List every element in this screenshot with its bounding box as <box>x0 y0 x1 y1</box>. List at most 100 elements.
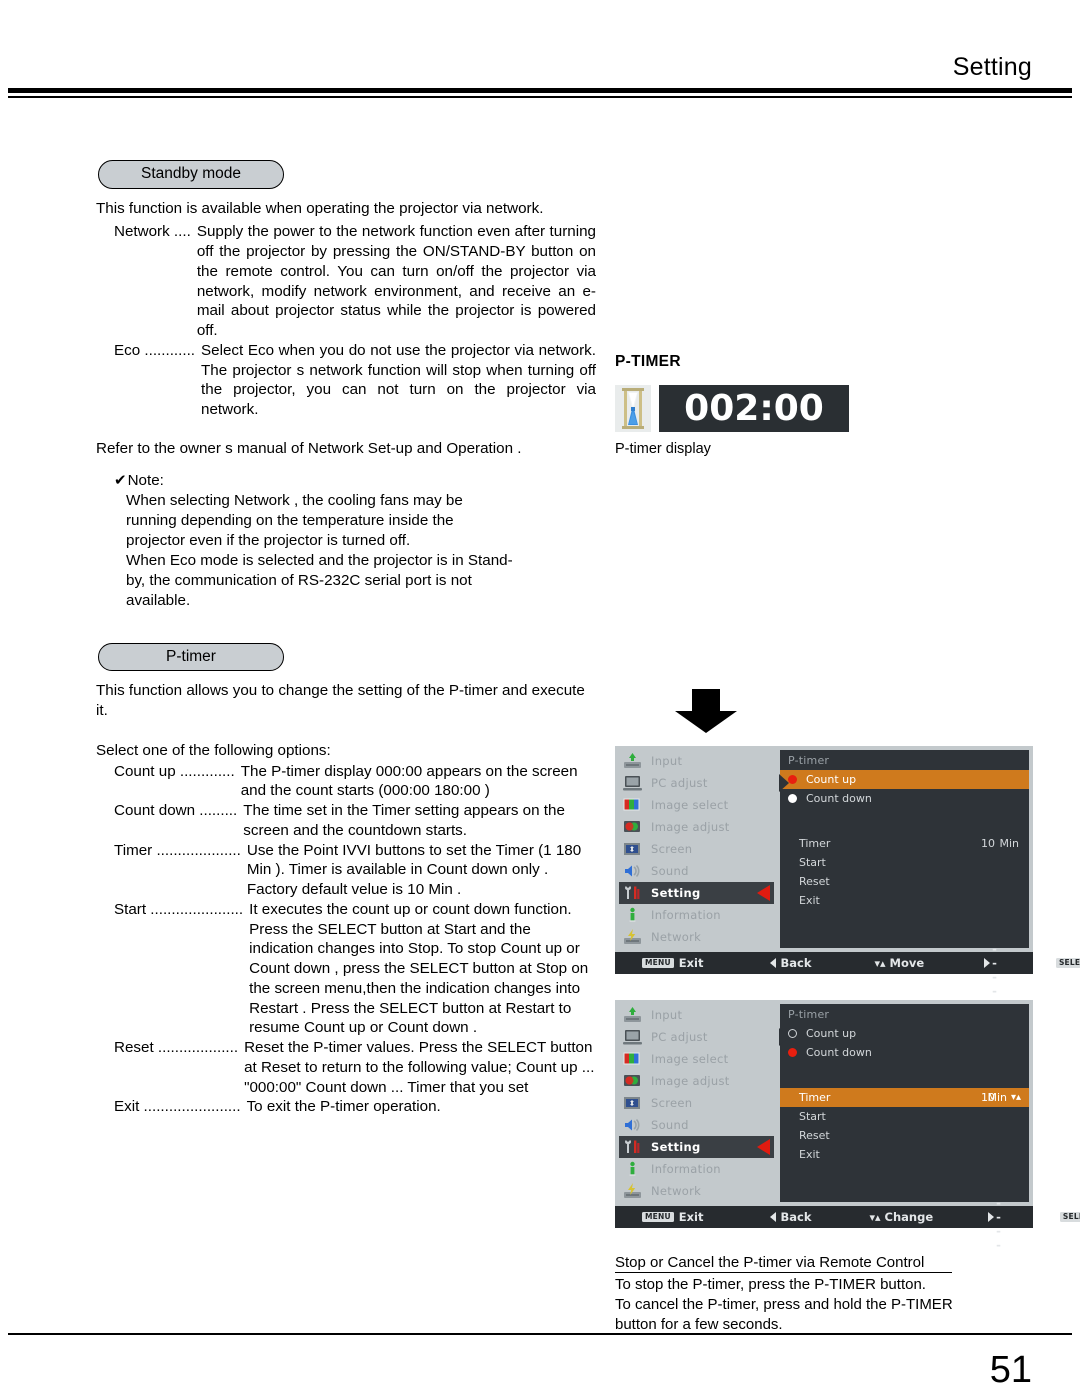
ptimer-figure-heading: P-TIMER <box>615 353 681 370</box>
sidebar-item-label: Setting <box>651 1140 701 1154</box>
sidebar-item-network[interactable]: Network <box>619 1180 774 1202</box>
statusbar-exit[interactable]: MENU Exit <box>642 956 703 970</box>
standby-note: ✔ Note: When selecting Network , the coo… <box>114 471 596 611</box>
sidebar-item-label: Information <box>651 908 721 922</box>
sidebar-item-label: Image adjust <box>651 1074 730 1088</box>
radio-icon <box>788 794 797 803</box>
note-line: running depending on the temperature ins… <box>126 511 454 529</box>
osd-row-start[interactable]: Start <box>780 853 1029 872</box>
sidebar-item-screen[interactable]: Screen <box>619 838 774 860</box>
setting-icon <box>622 885 642 902</box>
stop-cancel-line: To stop the P-timer, press the P-TIMER b… <box>615 1276 926 1293</box>
panel-pointer-icon <box>779 1028 789 1046</box>
sidebar-item-network[interactable]: Network <box>619 926 774 948</box>
sidebar-item-label: Sound <box>651 1118 689 1132</box>
option-term: Timer .................... <box>114 841 241 859</box>
image-select-icon <box>622 797 642 814</box>
statusbar-exit[interactable]: MENU Exit <box>642 1210 703 1224</box>
network-icon <box>622 1183 642 1200</box>
sidebar-item-label: Screen <box>651 1096 693 1110</box>
osd-row-timer[interactable]: Timer 10 Min ▾▴ <box>780 1088 1029 1107</box>
information-icon <box>622 907 642 924</box>
page-number: 51 <box>989 1349 1032 1391</box>
spinner-updown-icon[interactable]: ▾▴ <box>1011 1092 1021 1103</box>
option-row: Count down ......... The time set in the… <box>114 801 596 841</box>
sidebar-item-label: Input <box>651 754 683 768</box>
sidebar-item-input[interactable]: Input <box>619 1004 774 1026</box>
osd-row-timer[interactable]: Timer 10 Min <box>780 834 1029 853</box>
screen-icon <box>622 841 642 858</box>
menu-key-icon: MENU <box>642 1211 674 1223</box>
osd-row-exit[interactable]: Exit <box>780 1145 1029 1164</box>
sidebar-item-pc-adjust[interactable]: PC adjust <box>619 1026 774 1048</box>
select-key-icon: SELECT <box>1055 957 1080 969</box>
statusbar-back[interactable]: Back <box>770 1210 811 1224</box>
osd-radio-count-up[interactable]: Count up <box>780 770 1029 789</box>
document-page: Setting Standby mode This function is av… <box>0 0 1080 1397</box>
left-column: Standby mode This function is available … <box>96 160 596 1117</box>
sidebar-item-sound[interactable]: Sound <box>619 860 774 882</box>
statusbar-select[interactable]: SELECT Select <box>1059 1210 1080 1224</box>
osd-row-reset[interactable]: Reset <box>780 872 1029 891</box>
statusbar-back[interactable]: Back <box>770 956 811 970</box>
osd-sidebar: Input PC adjust Image select Image adjus… <box>619 1004 774 1202</box>
definition-row: Network .... Supply the power to the net… <box>114 222 596 341</box>
header-rule-thin <box>8 96 1072 98</box>
note-line: When selecting Network , the cooling fan… <box>126 491 463 509</box>
select-key-icon: SELECT <box>1059 1211 1080 1223</box>
down-arrow-icon <box>675 689 1045 738</box>
sidebar-item-information[interactable]: Information <box>619 904 774 926</box>
osd-row-label: Reset <box>799 1129 830 1142</box>
osd-radio-count-up[interactable]: Count up <box>780 1024 1029 1043</box>
statusbar-move-label: Move <box>889 956 925 970</box>
option-row: Count up ............. The P-timer displ… <box>114 762 596 802</box>
sidebar-item-setting[interactable]: Setting <box>619 882 774 904</box>
standby-intro: This function is available when operatin… <box>96 199 544 217</box>
sidebar-item-label: Sound <box>651 864 689 878</box>
sidebar-item-information[interactable]: Information <box>619 1158 774 1180</box>
osd-sidebar: Input PC adjust Image select Image adjus… <box>619 750 774 948</box>
stop-cancel-title: Stop or Cancel the P-timer via Remote Co… <box>615 1254 953 1273</box>
selection-cursor-icon <box>757 885 770 901</box>
sidebar-item-label: Network <box>651 930 702 944</box>
statusbar-exit-label: Exit <box>678 956 704 970</box>
check-icon: ✔ <box>114 471 127 489</box>
osd-row-start[interactable]: Start <box>780 1107 1029 1126</box>
hourglass-icon <box>615 385 651 432</box>
sidebar-item-sound[interactable]: Sound <box>619 1114 774 1136</box>
osd-radio-label: Count down <box>806 1046 872 1059</box>
arrow-right-icon <box>988 1212 995 1222</box>
sound-icon <box>622 863 642 880</box>
osd-radio-count-down[interactable]: Count down <box>780 789 1029 808</box>
sidebar-item-image-adjust[interactable]: Image adjust <box>619 1070 774 1092</box>
sidebar-item-label: Network <box>651 1184 702 1198</box>
sidebar-item-label: Input <box>651 1008 683 1022</box>
sidebar-item-screen[interactable]: Screen <box>619 1092 774 1114</box>
menu-key-icon: MENU <box>642 957 674 969</box>
statusbar-move[interactable]: ▾▴ Move <box>874 956 924 970</box>
sidebar-item-label: Screen <box>651 842 693 856</box>
sidebar-item-pc-adjust[interactable]: PC adjust <box>619 772 774 794</box>
osd-row-reset[interactable]: Reset <box>780 1126 1029 1145</box>
osd-radio-count-down[interactable]: Count down <box>780 1043 1029 1062</box>
statusbar-select[interactable]: SELECT Select <box>1055 956 1080 970</box>
sidebar-item-image-select[interactable]: Image select <box>619 1048 774 1070</box>
osd-screenshot-2: Input PC adjust Image select Image adjus… <box>615 1000 1080 1252</box>
option-row: Reset ................... Reset the P-ti… <box>114 1038 596 1097</box>
statusbar-change-label: Change <box>884 1210 934 1224</box>
statusbar-exit-label: Exit <box>678 1210 704 1224</box>
option-row: Exit ....................... To exit the… <box>114 1097 596 1117</box>
sidebar-item-label: PC adjust <box>651 1030 708 1044</box>
osd-statusbar: MENU Exit Back ▾▴ Change ----- SELECT <box>615 1182 1080 1252</box>
statusbar-change[interactable]: ▾▴ Change <box>869 1210 933 1224</box>
definition-row: Eco ............ Select Eco when you do … <box>114 341 596 420</box>
note-line: When Eco mode is selected and the projec… <box>126 551 513 569</box>
sidebar-item-setting[interactable]: Setting <box>619 1136 774 1158</box>
osd-row-exit[interactable]: Exit <box>780 891 1029 910</box>
standby-refer-text: Refer to the owner s manual of Network S… <box>96 439 522 457</box>
sidebar-item-image-select[interactable]: Image select <box>619 794 774 816</box>
sidebar-item-input[interactable]: Input <box>619 750 774 772</box>
statusbar-back-label: Back <box>780 1210 812 1224</box>
arrow-updown-icon: ▾▴ <box>869 1210 881 1224</box>
sidebar-item-image-adjust[interactable]: Image adjust <box>619 816 774 838</box>
